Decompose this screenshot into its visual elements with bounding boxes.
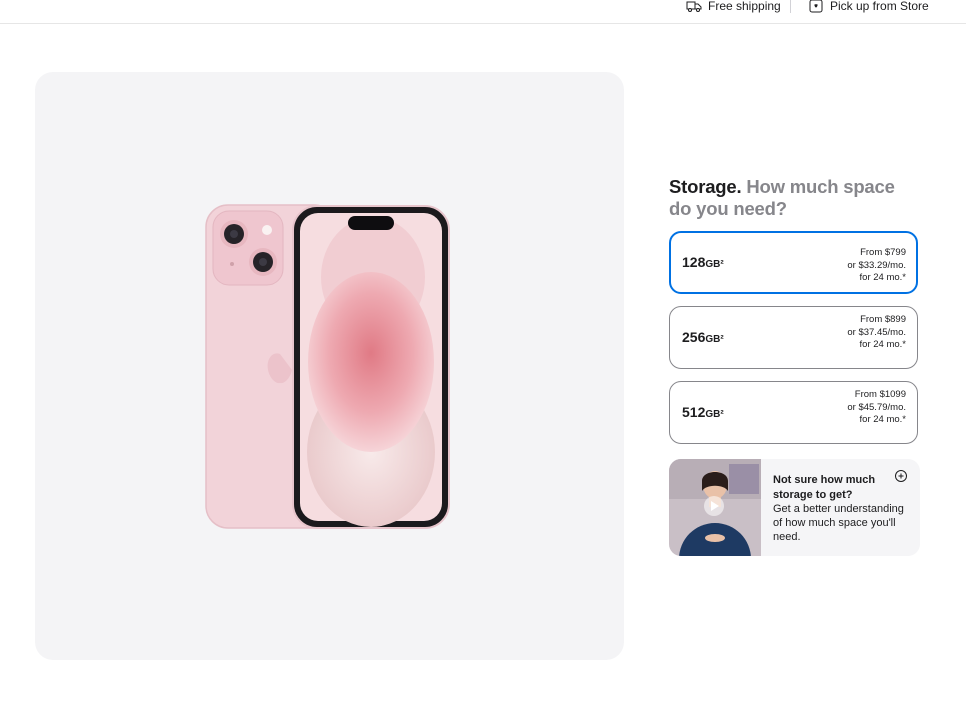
product-gallery	[35, 72, 624, 660]
storage-option-256gb[interactable]: 256GB² From $899 or $37.45/mo. for 24 mo…	[669, 306, 918, 369]
storage-price: From $899 or $37.45/mo. for 24 mo.*	[847, 314, 906, 350]
free-shipping-label: Free shipping	[708, 0, 781, 13]
help-title: Not sure how much storage to get?	[773, 474, 876, 501]
free-shipping[interactable]: Free shipping	[686, 0, 781, 14]
plus-circle-icon[interactable]	[894, 469, 908, 483]
phone-image	[205, 204, 450, 529]
storage-capacity: 512GB²	[682, 404, 724, 420]
video-thumbnail[interactable]	[669, 459, 761, 556]
storage-option-128gb[interactable]: 128GB² From $799 or $33.29/mo. for 24 mo…	[669, 231, 918, 294]
help-description: Get a better understanding of how much s…	[773, 503, 904, 543]
storage-option-512gb[interactable]: 512GB² From $1099 or $45.79/mo. for 24 m…	[669, 381, 918, 444]
store-bag-icon	[809, 0, 823, 13]
top-bar: Free shipping Pick up from Store	[0, 0, 966, 24]
topbar-divider	[790, 0, 791, 13]
truck-icon	[686, 1, 702, 12]
storage-capacity: 128GB²	[682, 254, 724, 270]
storage-capacity: 256GB²	[682, 329, 724, 345]
storage-price: From $1099 or $45.79/mo. for 24 mo.*	[847, 389, 906, 425]
pickup-label: Pick up from Store	[830, 0, 929, 13]
storage-help-card[interactable]: Not sure how much storage to get? Get a …	[669, 459, 920, 556]
storage-heading: Storage. How much space do you need?	[669, 176, 919, 220]
storage-heading-bold: Storage.	[669, 176, 742, 197]
pickup-from-store[interactable]: Pick up from Store	[808, 0, 929, 14]
storage-price: From $799 or $33.29/mo. for 24 mo.*	[847, 247, 906, 283]
